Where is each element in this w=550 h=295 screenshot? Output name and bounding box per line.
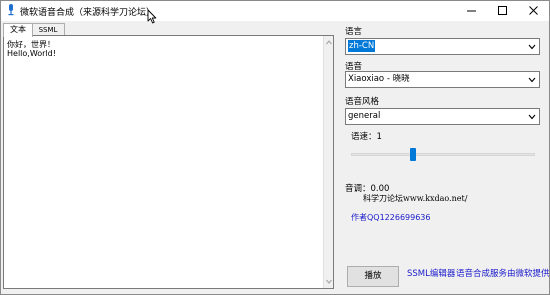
slider-thumb[interactable] [410, 148, 416, 161]
maximize-icon [498, 6, 507, 15]
language-select-value: zh-CN [348, 40, 376, 52]
microphone-icon [8, 4, 14, 16]
speed-label: 语速：1 [351, 132, 382, 142]
forum-text: 科学刀论坛www.kxdao.net/ [363, 194, 468, 203]
close-button[interactable] [518, 1, 550, 21]
author-text: 作者QQ1226699636 [351, 213, 431, 222]
text-editor[interactable]: 你好，世界！ Hello,World! [3, 35, 334, 289]
minimize-button[interactable] [456, 1, 488, 21]
close-icon [529, 6, 538, 15]
slider-rail [351, 153, 535, 156]
scroll-down-icon[interactable] [325, 277, 333, 286]
title-bar: 微软语音合成（来源科学刀论坛） [1, 1, 550, 24]
chevron-down-icon [528, 77, 536, 83]
vertical-scrollbar[interactable] [323, 36, 333, 288]
ssml-editor-link[interactable]: SSML编辑器 [407, 267, 455, 279]
chevron-down-icon [528, 44, 536, 50]
voice-select[interactable]: Xiaoxiao - 晓晓 [345, 71, 540, 88]
service-link[interactable]: 语音合成服务由微软提供 [456, 267, 550, 279]
window-title: 微软语音合成（来源科学刀论坛） [20, 8, 156, 18]
tab-text[interactable]: 文本 [3, 23, 33, 37]
minimize-icon [467, 10, 476, 12]
language-label: 语言 [345, 27, 363, 37]
mouse-pointer-icon [147, 9, 157, 24]
editor-line: Hello,World! [7, 49, 56, 58]
style-label: 语音风格 [345, 97, 380, 107]
play-button[interactable]: 播放 [347, 266, 399, 287]
voice-select-value: Xiaoxiao - 晓晓 [348, 74, 410, 84]
app-window: 微软语音合成（来源科学刀论坛） 文本 SSML 你好，世界！ Hello,Wor… [0, 0, 550, 295]
chevron-down-icon [528, 114, 536, 120]
speed-slider[interactable] [351, 148, 535, 162]
scroll-up-icon[interactable] [325, 38, 333, 47]
style-select-value: general [348, 111, 381, 121]
language-select[interactable]: zh-CN [345, 38, 540, 55]
style-select[interactable]: general [345, 108, 540, 125]
maximize-button[interactable] [487, 1, 519, 21]
